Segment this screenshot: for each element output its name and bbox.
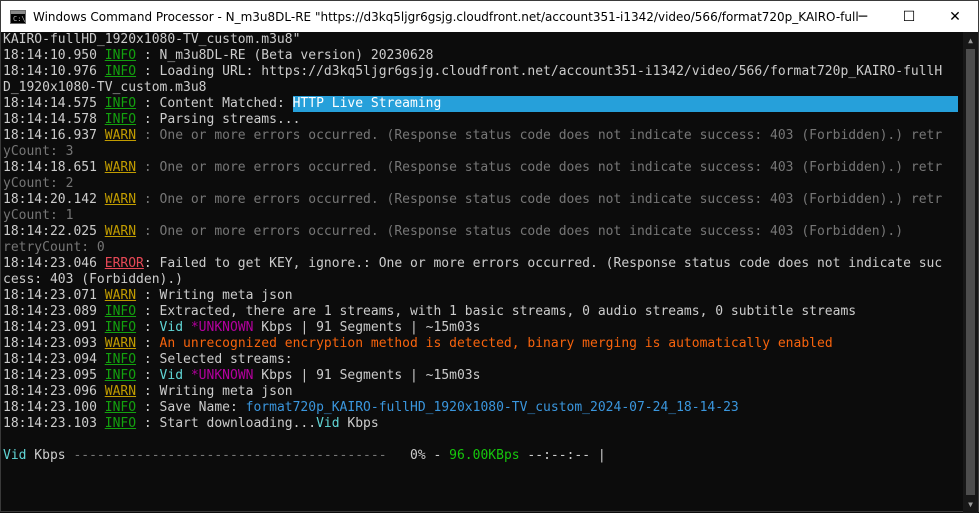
- console-line: yCount: 3: [3, 144, 74, 159]
- log-level-info: INFO: [104, 112, 137, 127]
- console-line: 18:14:23.046 ERROR: Failed to get KEY, i…: [3, 256, 943, 271]
- console-line: 18:14:14.578 INFO : Parsing streams...: [3, 112, 301, 127]
- download-speed: 96.00KBps: [449, 448, 520, 463]
- console-line: 18:14:18.651 WARN : One or more errors o…: [3, 160, 943, 175]
- log-level-info: INFO: [104, 352, 137, 367]
- console-window: C:\ Windows Command Processor - N_m3u8DL…: [0, 0, 979, 513]
- close-button[interactable]: ✕: [932, 1, 978, 32]
- scrollbar-thumb[interactable]: [966, 49, 975, 495]
- console-output[interactable]: KAIRO-fullHD_1920x1080-TV_custom.m3u8" 1…: [3, 32, 963, 513]
- text-cursor: |: [597, 448, 606, 463]
- vertical-scrollbar[interactable]: ▲ ▼: [963, 32, 978, 513]
- console-line: 18:14:23.100 INFO : Save Name: format720…: [3, 400, 739, 415]
- console-line: D_1920x1080-TV_custom.m3u8: [3, 80, 207, 95]
- console-line: 18:14:23.071 WARN : Writing meta json: [3, 288, 293, 303]
- log-level-info: INFO: [104, 96, 137, 111]
- scroll-down-arrow-icon[interactable]: ▼: [963, 496, 978, 513]
- progress-percent: 0%: [386, 448, 426, 463]
- log-level-info: INFO: [104, 48, 137, 63]
- maximize-button[interactable]: ☐: [886, 1, 932, 32]
- console-line: 18:14:23.103 INFO : Start downloading...…: [3, 416, 379, 431]
- scroll-up-arrow-icon[interactable]: ▲: [963, 32, 978, 49]
- log-level-error: ERROR: [104, 256, 144, 271]
- console-line: KAIRO-fullHD_1920x1080-TV_custom.m3u8": [3, 32, 301, 47]
- log-level-info: INFO: [104, 304, 137, 319]
- console-line: cess: 403 (Forbidden).): [3, 272, 184, 287]
- console-line: 18:14:23.089 INFO : Extracted, there are…: [3, 304, 857, 319]
- console-line: yCount: 1: [3, 208, 74, 223]
- selected-text: HTTP Live Streaming: [292, 96, 958, 112]
- log-level-warn: WARN: [104, 192, 137, 207]
- cmd-icon: C:\: [10, 9, 26, 24]
- progress-bar: ----------------------------------------: [73, 448, 387, 463]
- console-line: 18:14:22.025 WARN : One or more errors o…: [3, 224, 904, 239]
- console-line: 18:14:23.095 INFO : Vid *UNKNOWN Kbps | …: [3, 368, 481, 383]
- console-line: 18:14:23.094 INFO : Selected streams:: [3, 352, 293, 367]
- log-level-info: INFO: [104, 368, 137, 383]
- log-level-warn: WARN: [104, 128, 137, 143]
- minimize-button[interactable]: ─: [840, 1, 886, 32]
- log-level-info: INFO: [104, 64, 137, 79]
- log-level-warn: WARN: [104, 384, 137, 399]
- console-line: 18:14:10.950 INFO : N_m3u8DL-RE (Beta ve…: [3, 48, 434, 63]
- console-line: 18:14:16.937 WARN : One or more errors o…: [3, 128, 943, 143]
- eta: --:--:--: [519, 448, 598, 463]
- save-name: format720p_KAIRO-fullHD_1920x1080-TV_cus…: [245, 400, 739, 415]
- console-line: 18:14:23.093 WARN : An unrecognized encr…: [3, 336, 833, 351]
- log-level-warn: WARN: [104, 160, 137, 175]
- log-level-info: INFO: [104, 320, 137, 335]
- log-level-warn: WARN: [104, 336, 137, 351]
- console-line: 18:14:10.976 INFO : Loading URL: https:/…: [3, 64, 943, 79]
- console-line: 18:14:23.096 WARN : Writing meta json: [3, 384, 293, 399]
- log-level-warn: WARN: [104, 288, 137, 303]
- log-level-info: INFO: [104, 400, 137, 415]
- console-line: yCount: 2: [3, 176, 74, 191]
- console-line: 18:14:20.142 WARN : One or more errors o…: [3, 192, 943, 207]
- log-level-warn: WARN: [104, 224, 137, 239]
- console-line: retryCount: 0: [3, 240, 105, 255]
- window-title: Windows Command Processor - N_m3u8DL-RE …: [33, 9, 858, 24]
- console-line: 18:14:23.091 INFO : Vid *UNKNOWN Kbps | …: [3, 320, 481, 335]
- download-progress: Vid Kbps -------------------------------…: [3, 448, 606, 463]
- title-bar[interactable]: C:\ Windows Command Processor - N_m3u8DL…: [1, 1, 978, 32]
- console-line: 18:14:14.575 INFO : Content Matched: HTT…: [3, 96, 963, 112]
- log-level-info: INFO: [104, 416, 137, 431]
